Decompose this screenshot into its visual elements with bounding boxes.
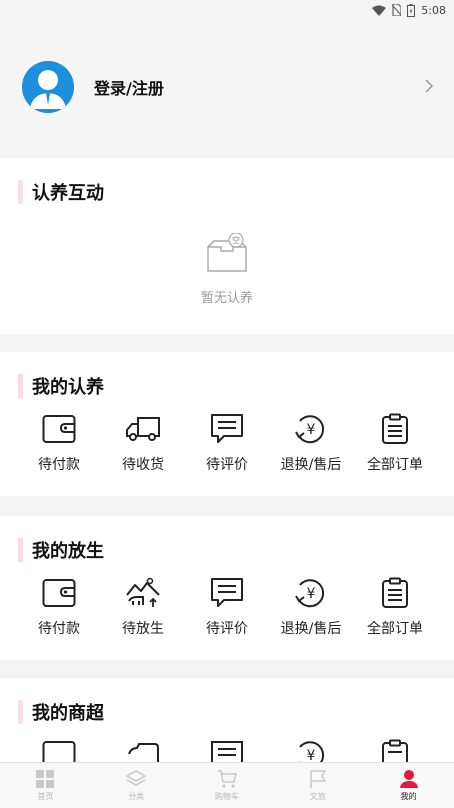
order-refund-aftersale[interactable]: ¥ 退换/售后 <box>269 412 353 474</box>
section-title: 我的商超 <box>18 700 104 724</box>
refund-icon: ¥ <box>293 576 329 610</box>
title-accent-bar <box>18 700 23 724</box>
order-pending-receipt[interactable]: 待收货 <box>101 412 185 474</box>
bottom-tab-bar: 首页 分类 购物车 文旅 我的 <box>0 762 454 808</box>
login-register-link[interactable]: 登录/注册 <box>94 75 164 99</box>
comment-icon <box>209 576 245 610</box>
avatar[interactable] <box>22 61 74 113</box>
order-pending-payment[interactable]: 待付款 <box>17 412 101 474</box>
comment-icon <box>209 412 245 446</box>
section-title: 我的放生 <box>18 538 104 562</box>
tab-cart[interactable]: 购物车 <box>182 763 273 808</box>
layers-icon <box>126 770 147 786</box>
wallet-icon <box>41 576 77 610</box>
order-status-row: 待付款 待收货 待评价 ¥ 退换/售后 全部订单 <box>17 412 437 474</box>
refund-icon: ¥ <box>293 412 329 446</box>
wifi-icon <box>372 5 387 16</box>
release-pending-payment[interactable]: 待付款 <box>17 576 101 638</box>
my-release-card: 我的放生 待付款 待放生 待评价 ¥ 退换/售后 全部订单 <box>0 516 454 660</box>
adopt-interact-card: 认养互动 空 暂无认养 <box>0 158 454 334</box>
clipboard-icon <box>377 576 413 610</box>
empty-badge: 空 <box>232 235 240 245</box>
empty-text: 暂无认养 <box>200 291 253 306</box>
wallet-icon <box>41 412 77 446</box>
order-all[interactable]: 全部订单 <box>353 412 437 474</box>
release-icon <box>125 576 161 610</box>
my-adopt-card: 我的认养 待付款 待收货 待评价 ¥ 退换/售后 全部订单 <box>0 352 454 496</box>
profile-header[interactable]: 登录/注册 <box>0 20 454 154</box>
truck-icon <box>125 412 161 446</box>
release-pending-release[interactable]: 待放生 <box>101 576 185 638</box>
no-sim-icon <box>392 4 402 16</box>
default-user-icon <box>22 61 74 113</box>
svg-text:¥: ¥ <box>307 586 316 602</box>
title-accent-bar <box>18 374 23 398</box>
title-accent-bar <box>18 538 23 562</box>
svg-text:¥: ¥ <box>307 422 316 438</box>
release-all-orders[interactable]: 全部订单 <box>353 576 437 638</box>
order-pending-review[interactable]: 待评价 <box>185 412 269 474</box>
title-accent-bar <box>18 180 23 204</box>
tab-home[interactable]: 首页 <box>0 763 91 808</box>
order-status-row: 待付款 待放生 待评价 ¥ 退换/售后 全部订单 <box>17 576 437 638</box>
user-icon <box>399 770 418 788</box>
flag-icon <box>310 770 327 788</box>
status-bar: 5:08 <box>0 0 454 20</box>
empty-state: 空 暂无认养 <box>0 233 454 306</box>
battery-icon <box>407 3 416 17</box>
grid-icon <box>36 770 55 788</box>
cart-icon <box>217 770 237 788</box>
tab-culture-travel[interactable]: 文旅 <box>272 763 363 808</box>
section-title: 我的认养 <box>18 374 104 398</box>
section-title: 认养互动 <box>18 180 104 204</box>
tab-category[interactable]: 分类 <box>91 763 182 808</box>
status-time: 5:08 <box>421 3 446 17</box>
empty-box-icon: 空 <box>207 233 247 272</box>
release-pending-review[interactable]: 待评价 <box>185 576 269 638</box>
clipboard-icon <box>377 412 413 446</box>
chevron-right-icon[interactable] <box>424 78 434 94</box>
release-refund-aftersale[interactable]: ¥ 退换/售后 <box>269 576 353 638</box>
tab-mine[interactable]: 我的 <box>363 763 454 808</box>
